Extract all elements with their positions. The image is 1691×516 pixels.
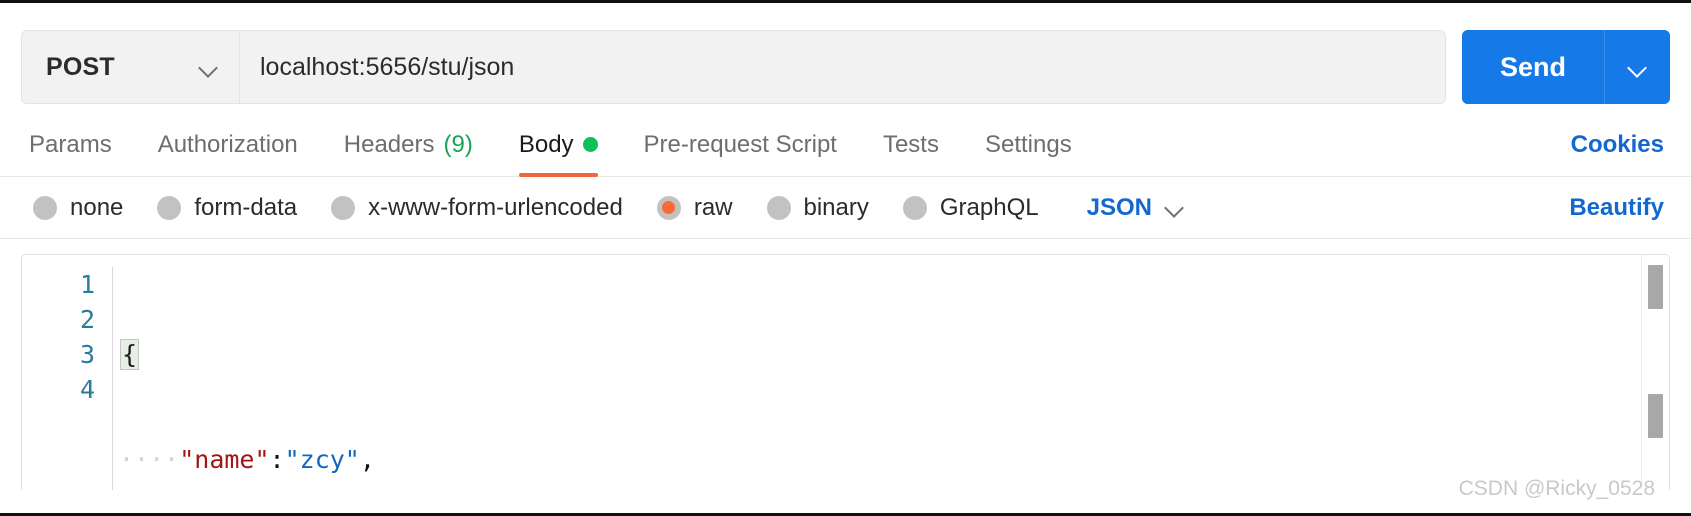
url-bar: POST localhost:5656/stu/json bbox=[21, 30, 1446, 104]
chevron-down-icon bbox=[1629, 59, 1646, 76]
body-type-binary[interactable]: binary bbox=[766, 193, 869, 222]
body-type-none[interactable]: none bbox=[33, 194, 123, 222]
radio-icon bbox=[157, 195, 182, 220]
tab-label: Params bbox=[29, 130, 112, 158]
line-number: 2 bbox=[79, 305, 95, 334]
request-tabs: Params Authorization Headers (9) Body Pr… bbox=[21, 113, 1095, 177]
body-type-raw[interactable]: raw bbox=[656, 193, 733, 222]
cookies-link[interactable]: Cookies bbox=[1571, 131, 1670, 159]
line-number: 3 bbox=[79, 340, 95, 369]
body-type-x-www-form-urlencoded[interactable]: x-www-form-urlencoded bbox=[331, 194, 623, 222]
indent-guide: ···· bbox=[119, 445, 180, 474]
send-options-button[interactable] bbox=[1604, 30, 1670, 104]
json-comma: , bbox=[359, 445, 375, 474]
body-type-label: binary bbox=[803, 193, 869, 221]
watermark: CSDN @Ricky_0528 bbox=[1458, 477, 1655, 500]
tab-label: Settings bbox=[984, 130, 1072, 158]
send-button-group: Send bbox=[1461, 30, 1670, 104]
line-number: 4 bbox=[79, 375, 95, 404]
radio-icon bbox=[33, 195, 57, 220]
code-line: ····"name":"zcy", bbox=[113, 442, 1669, 477]
json-value: "zcy" bbox=[284, 445, 360, 474]
body-type-label: GraphQL bbox=[939, 193, 1039, 221]
tab-label: Pre-request Script bbox=[643, 130, 837, 158]
tab-label: Tests bbox=[882, 130, 939, 158]
tab-label: Authorization bbox=[157, 130, 298, 158]
line-number-gutter: 1 2 3 4 bbox=[22, 267, 113, 490]
json-colon: : bbox=[269, 445, 285, 474]
code-editor[interactable]: 1 2 3 4 { ····"name":"zcy", ····"addr":"… bbox=[22, 255, 1669, 490]
http-method-label: POST bbox=[46, 52, 115, 81]
json-open-brace: { bbox=[120, 339, 140, 370]
headers-count-badge: (9) bbox=[443, 130, 473, 158]
send-button[interactable]: Send bbox=[1461, 30, 1604, 104]
chevron-down-icon bbox=[200, 59, 217, 76]
raw-language-label: JSON bbox=[1086, 193, 1152, 221]
radio-icon bbox=[331, 195, 356, 220]
body-type-label: raw bbox=[693, 193, 733, 221]
raw-language-select[interactable]: JSON bbox=[1087, 194, 1183, 222]
body-type-form-data[interactable]: form-data bbox=[157, 194, 297, 222]
postman-request-pane: POST localhost:5656/stu/json Send Params… bbox=[0, 0, 1691, 516]
radio-selected-icon bbox=[656, 195, 681, 220]
line-number: 1 bbox=[79, 270, 95, 299]
tab-label: Body bbox=[518, 130, 574, 158]
editor-vertical-scrollbar[interactable] bbox=[1641, 255, 1669, 490]
tab-headers[interactable]: Headers (9) bbox=[321, 113, 496, 176]
radio-icon bbox=[766, 195, 791, 220]
beautify-button[interactable]: Beautify bbox=[1569, 194, 1670, 222]
body-type-label: x-www-form-urlencoded bbox=[368, 193, 623, 221]
tab-body[interactable]: Body bbox=[496, 113, 621, 177]
json-key: "name" bbox=[179, 445, 270, 474]
tab-settings[interactable]: Settings bbox=[962, 113, 1095, 176]
code-line: { bbox=[113, 337, 1669, 372]
tab-authorization[interactable]: Authorization bbox=[135, 113, 321, 176]
body-type-label: form-data bbox=[194, 193, 298, 221]
radio-icon bbox=[902, 195, 927, 220]
chevron-down-icon bbox=[1166, 199, 1183, 216]
code-content[interactable]: { ····"name":"zcy", ····"addr":"bj" } bbox=[113, 267, 1669, 490]
body-modified-dot-icon bbox=[582, 137, 598, 152]
http-method-select[interactable]: POST bbox=[22, 31, 240, 103]
tab-pre-request-script[interactable]: Pre-request Script bbox=[621, 113, 860, 176]
raw-body-editor[interactable]: 1 2 3 4 { ····"name":"zcy", ····"addr":"… bbox=[21, 254, 1670, 490]
body-type-row: none form-data x-www-form-urlencoded raw… bbox=[0, 177, 1691, 239]
url-input[interactable]: localhost:5656/stu/json bbox=[240, 31, 1445, 103]
body-type-label: none bbox=[70, 193, 124, 221]
request-url-row: POST localhost:5656/stu/json Send bbox=[0, 3, 1691, 113]
body-type-graphql[interactable]: GraphQL bbox=[902, 193, 1039, 222]
request-tabs-row: Params Authorization Headers (9) Body Pr… bbox=[0, 113, 1691, 177]
tab-params[interactable]: Params bbox=[21, 113, 135, 176]
tab-label: Headers bbox=[343, 130, 435, 158]
scrollbar-thumb[interactable] bbox=[1648, 394, 1663, 438]
tab-tests[interactable]: Tests bbox=[860, 113, 962, 176]
scrollbar-thumb[interactable] bbox=[1648, 265, 1663, 309]
